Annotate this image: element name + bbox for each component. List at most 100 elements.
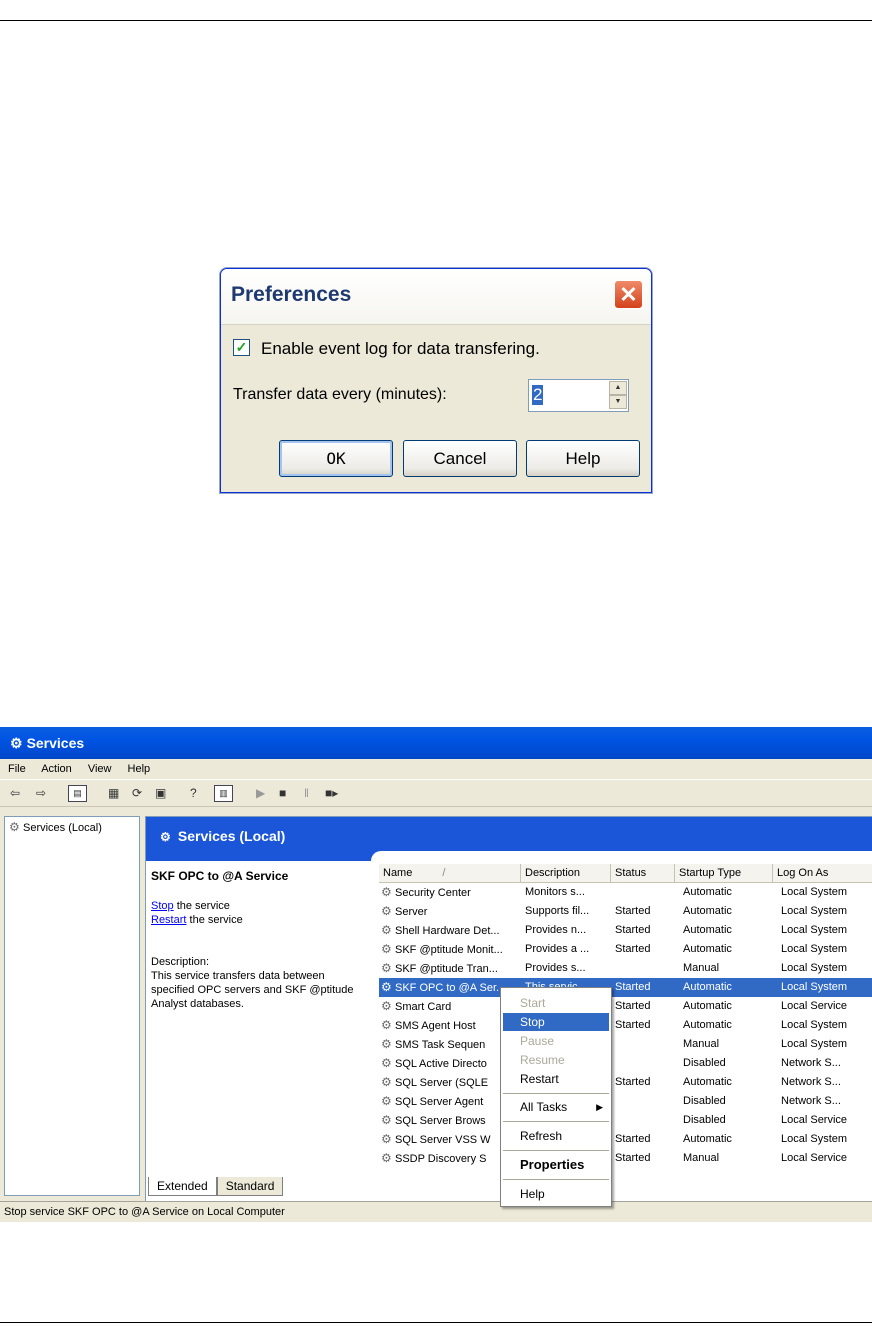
status-cell: Started [615,1133,651,1145]
forward-arrow-icon[interactable]: ⇨ [36,783,46,803]
table-row[interactable]: ⚙ Smart Card Started Automatic Local Service [379,997,872,1016]
event-log-label[interactable]: Enable event log for data transfering. [261,339,540,359]
table-row[interactable]: ⚙SKF OPC to @A Ser...This servic...Start… [379,978,872,997]
table-row[interactable]: ⚙ SKF @ptitude Monit... Provides a ... Star… [379,940,872,959]
startup-type-cell: Manual [683,962,720,974]
services-gear-icon: ⚙ [10,735,23,751]
service-gear-icon: ⚙ [381,942,392,956]
services-gear-icon: ⚙ [9,820,20,834]
help-icon[interactable]: ? [190,783,197,803]
menu-item-restart[interactable]: Restart [503,1070,609,1088]
column-header-status[interactable]: Status [611,864,675,882]
spin-up-icon[interactable]: ▲ [609,381,627,395]
startup-type-cell: Automatic [683,1000,732,1012]
column-header-startup-type[interactable]: Startup Type [675,864,773,882]
restart-service-icon[interactable]: ■▸ [325,783,338,803]
startup-type-cell: Disabled [683,1114,726,1126]
description-label: Description: [151,956,210,968]
back-arrow-icon[interactable]: ⇦ [10,783,20,803]
toolbar: ⇦ ⇨ ▤ ▦ ⟳ ▣ ? ▥ ▶ ■ ‖ ■▸ [0,780,872,807]
description-cell: Monitors s... [525,886,585,898]
ok-button[interactable]: OK [279,440,393,477]
close-icon[interactable]: ✕ [614,280,643,309]
table-row[interactable]: ⚙ Server Supports fil... Started Automatic Lo… [379,902,872,921]
show-hide-tree-icon[interactable]: ▤ [68,785,87,802]
transfer-interval-spinner[interactable]: 2 ▲ ▼ [528,379,629,412]
startup-type-cell: Automatic [683,1076,732,1088]
service-name-text: Security Center [395,887,471,899]
column-header-log-on-as[interactable]: Log On As [773,864,872,882]
startup-type-cell: Automatic [683,943,732,955]
tree-item-services-local[interactable]: ⚙ Services (Local) [9,820,102,834]
event-log-checkbox[interactable]: ✓ [233,339,250,356]
table-row[interactable]: ⚙ SQL Server Agent Disabled Network S... [379,1092,872,1111]
column-name-label: Name [383,867,413,879]
service-name-text: Server [395,906,428,918]
spin-down-icon[interactable]: ▼ [609,395,627,409]
column-header-name[interactable]: Name / [379,864,521,882]
startup-type-cell: Automatic [683,924,732,936]
service-name-cell: ⚙ Shell Hardware Det... [381,921,519,941]
log-on-as-cell: Local System [781,962,848,974]
menu-separator [503,1121,609,1122]
table-row[interactable]: ⚙ Shell Hardware Det... Provides n... Start… [379,921,872,940]
menu-separator [503,1179,609,1180]
column-header-description[interactable]: Description [521,864,611,882]
stop-service-text: the service [173,900,230,912]
log-on-as-cell: Network S... [781,1095,841,1107]
description-cell: Provides s... [525,962,586,974]
all-tasks-label: All Tasks [520,1100,568,1114]
log-on-as-cell: Local System [781,905,848,917]
menu-help[interactable]: Help [128,763,151,775]
table-row[interactable]: ⚙ SSDP Discovery S Started Manual Local Serv… [379,1149,872,1168]
services-list: Name / Description Status Startup Type Lo… [379,864,872,1182]
table-row[interactable]: ⚙ SMS Agent Host Started Automatic Local Sys… [379,1016,872,1035]
restart-service-link[interactable]: Restart [151,914,186,926]
log-on-as-cell: Network S... [781,1076,841,1088]
startup-type-cell: Manual [683,1038,720,1050]
service-name-cell: ⚙ Smart Card [381,997,519,1017]
status-cell: Started [615,943,651,955]
menu-item-help[interactable]: Help [503,1185,609,1203]
startup-type-cell: Automatic [683,886,732,898]
tab-standard[interactable]: Standard [216,1177,284,1196]
export-list-icon[interactable]: ▣ [155,783,166,803]
status-cell: Started [615,1000,651,1012]
transfer-interval-value[interactable]: 2 [532,385,544,405]
menu-item-all-tasks[interactable]: All Tasks ▶ [503,1098,609,1116]
banner-notch [371,851,872,865]
service-gear-icon: ⚙ [381,923,392,937]
service-gear-icon: ⚙ [381,1018,392,1032]
refresh-icon[interactable]: ⟳ [132,783,142,803]
status-cell: Started [615,924,651,936]
service-gear-icon: ⚙ [381,885,392,899]
menu-item-stop[interactable]: Stop [503,1013,609,1031]
table-row[interactable]: ⚙ Security Center Monitors s... Automatic Lo… [379,883,872,902]
start-service-icon[interactable]: ▶ [256,783,265,803]
pause-service-icon[interactable]: ‖ [304,783,309,803]
services-titlebar[interactable]: ⚙ Services [0,727,872,759]
table-row[interactable]: ⚙ SKF @ptitude Tran... Provides s... Manual… [379,959,872,978]
log-on-as-cell: Local Service [781,1000,848,1012]
table-row[interactable]: ⚙ SMS Task Sequen Manual Local System [379,1035,872,1054]
menu-view[interactable]: View [88,763,112,775]
menu-action[interactable]: Action [41,763,72,775]
dialog-titlebar[interactable]: Preferences ✕ [221,269,651,325]
tab-extended[interactable]: Extended [148,1177,217,1196]
table-row[interactable]: ⚙ SQL Server VSS W Started Automatic Local S… [379,1130,872,1149]
menu-item-refresh[interactable]: Refresh [503,1127,609,1145]
properties-icon[interactable]: ▦ [108,783,119,803]
stop-service-link[interactable]: Stop [151,900,174,912]
stop-service-icon[interactable]: ■ [279,783,286,803]
table-row[interactable]: ⚙ SQL Active Directo Disabled Network S... [379,1054,872,1073]
table-row[interactable]: ⚙ SQL Server Brows Disabled Local Service [379,1111,872,1130]
console-tree: ⚙ Services (Local) [4,816,140,1196]
menu-item-properties[interactable]: Properties [503,1156,609,1174]
help-button[interactable]: Help [526,440,640,477]
menu-file[interactable]: File [8,763,26,775]
log-on-as-cell: Local System [781,886,848,898]
action-pane-icon[interactable]: ▥ [214,785,233,802]
table-row[interactable]: ⚙ SQL Server (SQLE Started Automatic Network… [379,1073,872,1092]
cancel-button[interactable]: Cancel [403,440,517,477]
log-on-as-cell: Local System [781,943,848,955]
